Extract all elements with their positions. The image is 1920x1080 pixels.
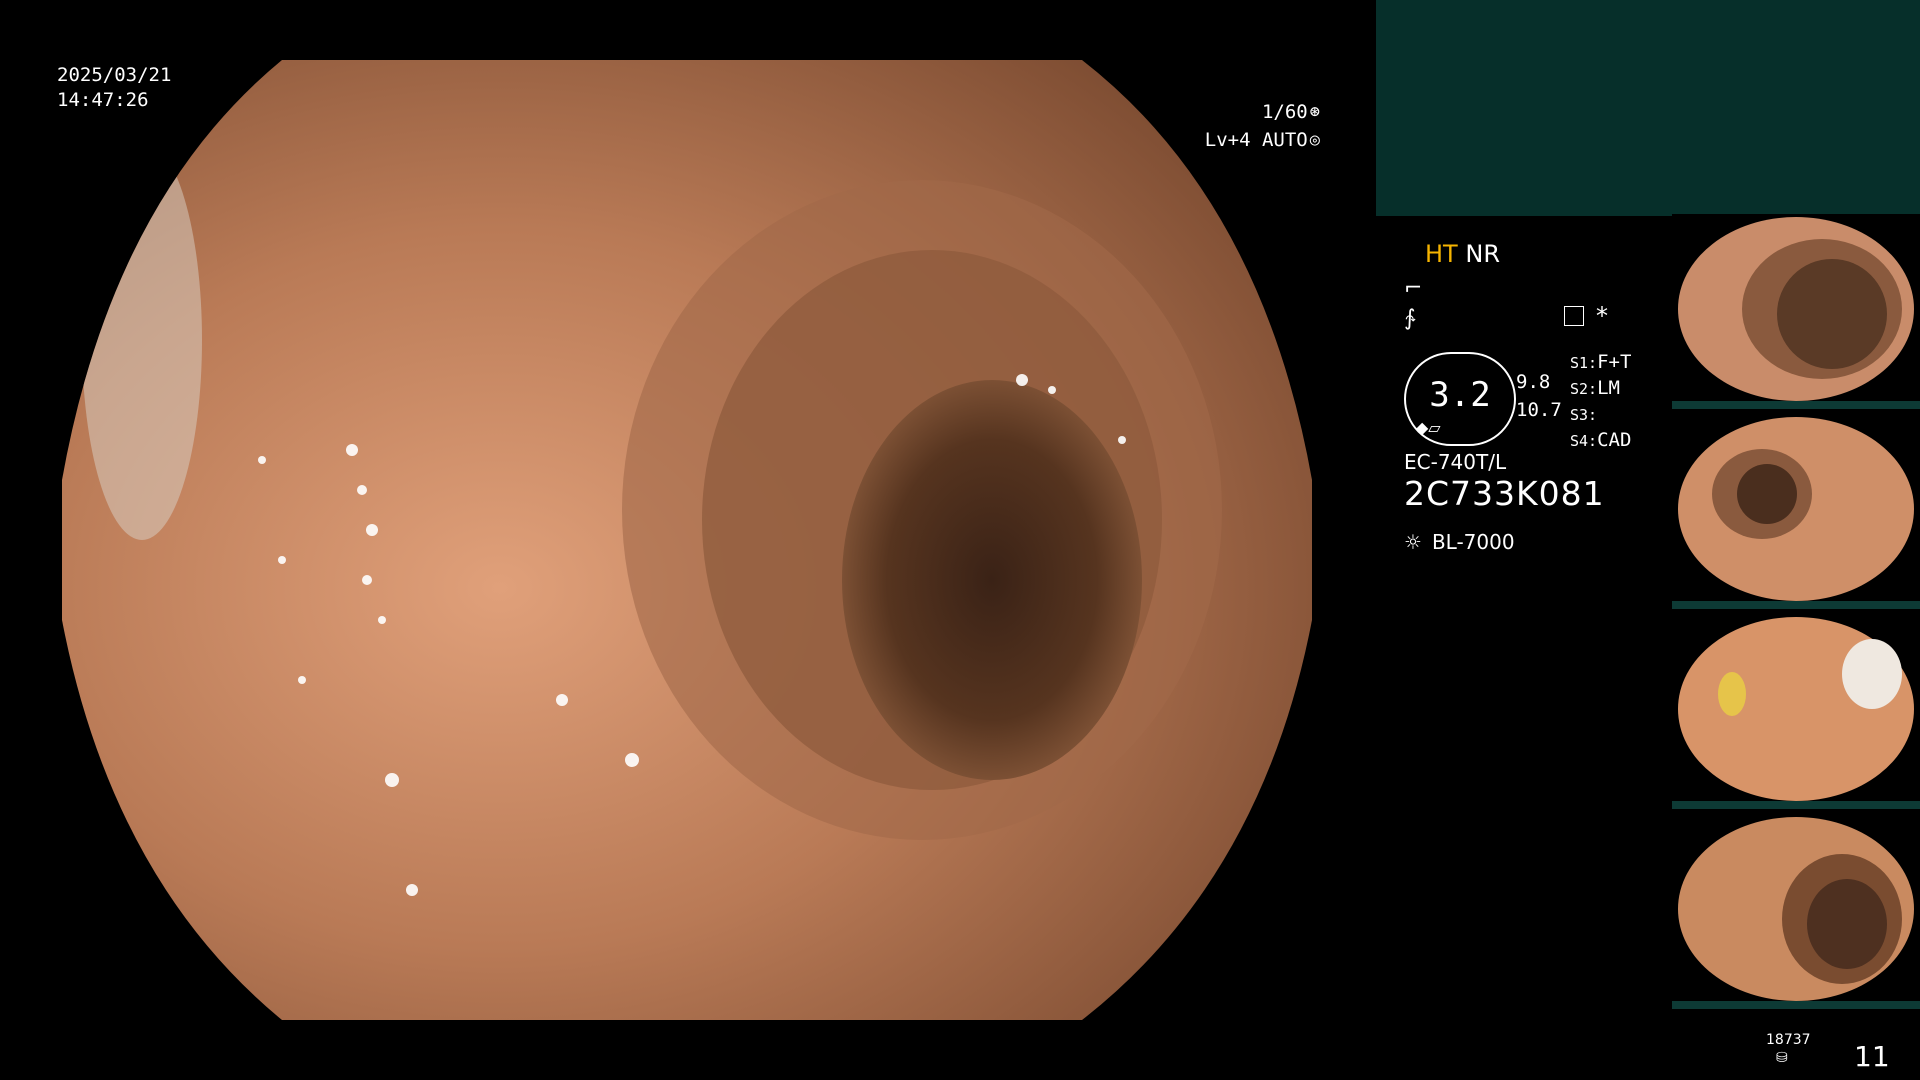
settings-list: S1:F+T S2:LM S3: S4:CAD <box>1570 350 1631 454</box>
light-source-label: BL-7000 <box>1431 530 1515 554</box>
scope-serial: 2C733K081 <box>1404 474 1605 513</box>
status-box <box>1376 0 1920 216</box>
freeze-icon: ∱ <box>1404 306 1416 331</box>
asterisk-icon: * <box>1596 302 1608 330</box>
thumbnail-strip[interactable] <box>1672 214 1920 1014</box>
enhancement-icon: ⌐ <box>1404 276 1423 301</box>
scope-tip-icon: ◆▱ <box>1416 418 1441 437</box>
sun-icon: ☼ <box>1404 530 1422 554</box>
date-text: 2025/03/21 <box>57 64 172 86</box>
thumbnail[interactable] <box>1672 214 1920 409</box>
list-icon <box>1564 306 1584 326</box>
endoscope-main-view <box>62 60 1312 1020</box>
light-source: ☼ BL-7000 <box>1404 530 1515 554</box>
iris-icon: ◎ <box>1309 130 1320 150</box>
setting-row: S2:LM <box>1570 377 1620 399</box>
database-icon: ⛁ <box>1776 1050 1788 1066</box>
timestamp: 2025/03/21 14:47:26 <box>57 63 171 113</box>
thumbnail-bar <box>1672 1001 1920 1009</box>
thumbnail[interactable] <box>1672 614 1920 809</box>
thumbnail[interactable] <box>1672 814 1920 1009</box>
setting-row: S4:CAD <box>1570 429 1632 451</box>
page-number: 11 <box>1854 1040 1890 1073</box>
image-count: 18737 <box>1766 1032 1811 1048</box>
info-panel: HT NR ⌐ ∱ * 3.2 ◆▱ 9.8 10.7 S1:F+T S2:LM… <box>1392 238 1662 578</box>
thumbnail[interactable] <box>1672 414 1920 609</box>
scope-diameter: 3.2 <box>1429 375 1491 415</box>
thumbnail-bar <box>1672 401 1920 409</box>
processing-modes: HT NR <box>1425 240 1500 268</box>
thumbnail-bar <box>1672 801 1920 809</box>
aperture-icon: ⊛ <box>1309 102 1320 122</box>
scope-model: EC-740T/L <box>1404 450 1507 474</box>
thumbnail-bar <box>1672 601 1920 609</box>
colon-lumen-image <box>62 60 1312 1020</box>
nr-mode: NR <box>1465 240 1500 268</box>
dim-1: 9.8 <box>1516 371 1551 393</box>
dim-2: 10.7 <box>1516 399 1562 421</box>
ht-mode: HT <box>1425 240 1458 268</box>
setting-row: S3: <box>1570 406 1598 424</box>
exposure-readout: 1/60 ⊛ Lv+4 AUTO ◎ <box>1205 98 1320 154</box>
scope-dimensions: 9.8 10.7 <box>1516 368 1562 424</box>
time-text: 14:47:26 <box>57 89 149 111</box>
shutter-speed: 1/60 <box>1261 101 1308 123</box>
level-text: Lv+4 AUTO <box>1204 129 1308 151</box>
setting-row: S1:F+T <box>1570 351 1632 373</box>
